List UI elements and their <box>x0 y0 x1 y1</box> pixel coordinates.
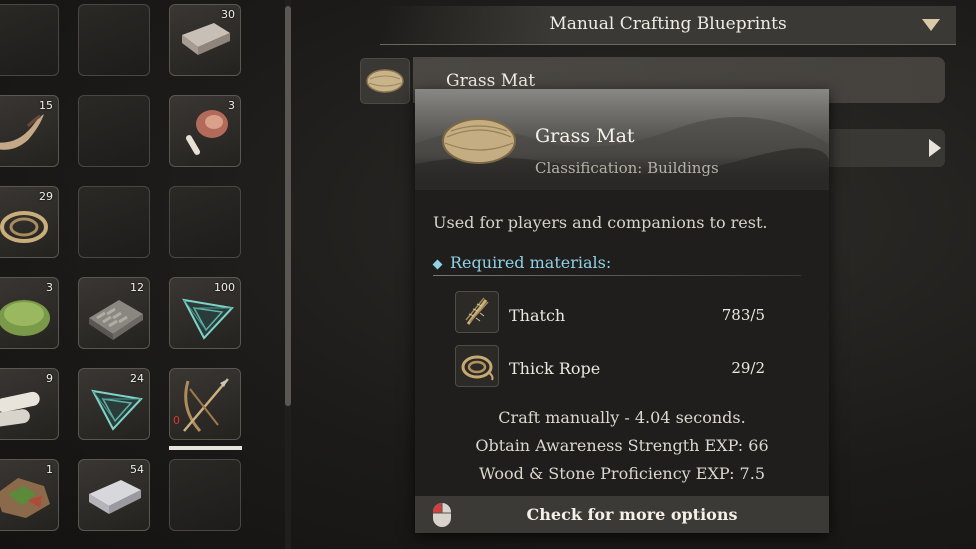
material-name: Thatch <box>509 306 566 325</box>
slot-quantity: 24 <box>130 372 144 385</box>
thick-rope-icon <box>455 345 499 387</box>
material-name: Thick Rope <box>509 359 601 378</box>
grass-mat-icon <box>366 69 404 93</box>
inventory-slot[interactable] <box>78 186 150 258</box>
slot-quantity: 12 <box>130 281 144 294</box>
item-tooltip: Grass Mat Classification: Buildings Used… <box>415 89 829 533</box>
thatch-icon <box>455 291 499 333</box>
proficiency-exp-text: Wood & Stone Proficiency EXP: 7.5 <box>478 464 765 483</box>
dropdown-triangle-icon[interactable] <box>922 19 940 31</box>
inventory-slot[interactable]: 100 <box>169 277 241 349</box>
slot-quantity: 3 <box>228 99 235 112</box>
inventory-slot[interactable]: 54 <box>78 459 150 531</box>
required-materials-label: Required materials: <box>450 253 612 272</box>
tooltip-description: Used for players and companions to rest. <box>433 213 768 232</box>
inventory-slot[interactable] <box>78 95 150 167</box>
grass-mat-icon <box>442 118 516 164</box>
selected-slot-indicator <box>169 446 242 450</box>
inventory-slot[interactable] <box>78 4 150 76</box>
material-count: 29/2 <box>731 359 765 377</box>
durability-indicator: 0 <box>173 414 180 427</box>
inventory-slot[interactable]: 9 <box>0 368 59 440</box>
inventory-slot[interactable]: 1 <box>0 459 59 531</box>
more-options-footer[interactable]: Check for more options <box>415 496 829 533</box>
inventory-slot[interactable] <box>169 459 241 531</box>
inventory-slot[interactable] <box>169 186 241 258</box>
inventory-slot[interactable]: 0 <box>169 368 241 440</box>
expand-arrow-icon[interactable] <box>929 139 941 157</box>
inventory-grid: 30 15 3 29 3 12 100 9 24 0 1 54 <box>0 0 250 549</box>
diamond-bullet-icon <box>432 259 443 270</box>
recipe-icon-slot[interactable] <box>360 58 410 104</box>
inventory-slot[interactable]: 3 <box>169 95 241 167</box>
slot-quantity: 30 <box>221 8 235 21</box>
recipe-row-collapsed[interactable] <box>829 129 945 167</box>
blueprint-category-title: Manual Crafting Blueprints <box>549 14 787 34</box>
divider <box>433 275 801 276</box>
tooltip-classification: Classification: Buildings <box>535 159 719 177</box>
slot-quantity: 9 <box>46 372 53 385</box>
slot-quantity: 15 <box>39 99 53 112</box>
slot-quantity: 1 <box>46 463 53 476</box>
blueprint-category-header[interactable]: Manual Crafting Blueprints <box>380 6 956 45</box>
inventory-slot[interactable]: 24 <box>78 368 150 440</box>
material-count: 783/5 <box>721 306 765 324</box>
tooltip-header: Grass Mat Classification: Buildings <box>415 89 829 190</box>
inventory-slot[interactable] <box>0 4 59 76</box>
slot-quantity: 29 <box>39 190 53 203</box>
slot-quantity: 3 <box>46 281 53 294</box>
bow-spear-icon <box>183 378 229 433</box>
slot-quantity: 100 <box>214 281 235 294</box>
craft-time-text: Craft manually - 4.04 seconds. <box>498 408 746 427</box>
awareness-exp-text: Obtain Awareness Strength EXP: 66 <box>475 436 769 455</box>
more-options-label: Check for more options <box>526 505 738 524</box>
inventory-slot[interactable]: 3 <box>0 277 59 349</box>
tooltip-title: Grass Mat <box>535 125 635 147</box>
inventory-slot[interactable]: 29 <box>0 186 59 258</box>
inventory-slot[interactable]: 12 <box>78 277 150 349</box>
inventory-slot[interactable]: 15 <box>0 95 59 167</box>
recipe-name: Grass Mat <box>446 71 536 91</box>
slot-quantity: 54 <box>130 463 144 476</box>
inventory-scroll-thumb[interactable] <box>285 6 291 406</box>
inventory-slot[interactable]: 30 <box>169 4 241 76</box>
